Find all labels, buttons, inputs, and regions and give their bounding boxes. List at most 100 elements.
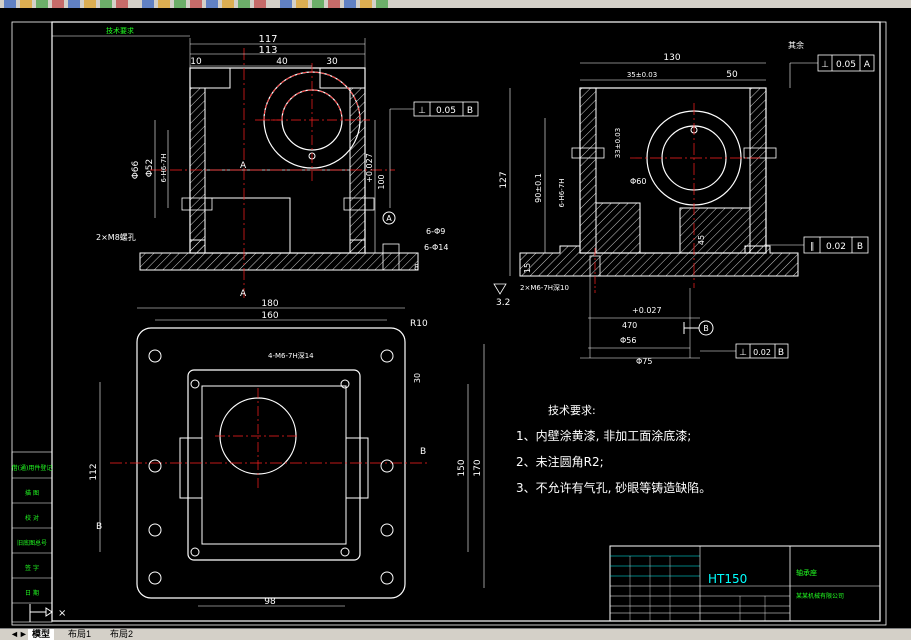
dim-15: 15 xyxy=(523,263,532,273)
dim-150: 150 xyxy=(457,459,467,476)
side-stamp: 借(通)用件登记 描 图 校 对 旧底图总号 签 字 日 期 xyxy=(12,451,53,623)
lineweight-button[interactable] xyxy=(360,0,372,8)
copy-button[interactable] xyxy=(68,0,80,8)
dim-phi75: Φ75 xyxy=(636,357,652,366)
dim-m6-deep: 4-M6-7H深14 xyxy=(268,351,314,360)
section-label-b-left: B xyxy=(96,522,102,532)
dim-98: 98 xyxy=(264,597,276,607)
top-view: 180 160 R10 4-M6-7H深14 30 112 150 170 98… xyxy=(89,299,485,607)
dim-30: 30 xyxy=(326,57,338,67)
title-part-name: 轴承座 xyxy=(796,568,817,577)
cad-drawing: 技术要求 117 113 40 30 10 Φ66 Φ52 6-H6-7H +0… xyxy=(11,21,887,626)
stamp-row-5: 日 期 xyxy=(25,589,39,597)
dim-top-30: 30 xyxy=(413,373,422,383)
svg-text:×: × xyxy=(58,608,66,619)
tech-item-2: 2、未注圆角R2; xyxy=(516,454,604,469)
front-inner-cavity xyxy=(205,197,291,253)
side-inner-hatch-right xyxy=(679,207,751,254)
tab-layout-1[interactable]: 布局1 xyxy=(64,629,95,640)
dim-35: 35±0.03 xyxy=(627,71,657,79)
dim-tol-0027: +0.027 xyxy=(365,153,374,183)
help-button[interactable] xyxy=(376,0,388,8)
calculator-button[interactable] xyxy=(296,0,308,8)
dim-50: 50 xyxy=(726,70,738,80)
gdt-side-top-value: 0.05 xyxy=(836,60,856,70)
dim-10: 10 xyxy=(190,57,202,67)
redo-button[interactable] xyxy=(116,0,128,8)
gdt-front-value: 0.05 xyxy=(436,106,456,116)
front-left-wall xyxy=(189,87,206,254)
corner-label: 技术要求 xyxy=(106,26,134,35)
dim-phi52: Φ52 xyxy=(145,159,155,178)
dim-470: 470 xyxy=(622,321,637,330)
tech-requirements: 技术要求: 1、内壁涂黄漆, 非加工面涂底漆; 2、未注圆角R2; 3、不允许有… xyxy=(516,404,711,495)
top-boss-right xyxy=(345,437,369,499)
dim-phi60: Φ60 xyxy=(630,177,646,186)
markup-button[interactable] xyxy=(280,0,292,8)
undo-button[interactable] xyxy=(100,0,112,8)
properties-button[interactable] xyxy=(206,0,218,8)
gdt-side-top-symbol: ⊥ xyxy=(821,60,829,70)
front-top-left xyxy=(189,67,231,89)
dim-40: 40 xyxy=(276,57,288,67)
dim-33: 33±0.03 xyxy=(614,128,622,158)
tool-palettes-button[interactable] xyxy=(238,0,250,8)
dim-side-tol: +0.027 xyxy=(632,306,662,315)
cut-button[interactable] xyxy=(52,0,64,8)
side-right-wall xyxy=(749,87,767,254)
stamp-row-3: 旧底图总号 xyxy=(17,539,47,547)
paste-button[interactable] xyxy=(84,0,96,8)
tech-title: 技术要求: xyxy=(548,404,596,417)
dim-127: 127 xyxy=(499,171,509,188)
gdt-front-symbol: ⊥ xyxy=(418,106,426,116)
color-button[interactable] xyxy=(328,0,340,8)
gdt-side-top-datum: A xyxy=(864,60,871,70)
datum-a-text: A xyxy=(386,214,392,223)
dim-100: 100 xyxy=(377,174,386,189)
pan-button[interactable] xyxy=(142,0,154,8)
dim-160: 160 xyxy=(261,311,278,321)
front-base-hatch xyxy=(139,239,419,271)
linetype-button[interactable] xyxy=(344,0,356,8)
save-button[interactable] xyxy=(4,0,16,8)
zoom-realtime-button[interactable] xyxy=(158,0,170,8)
stamp-row-0: 借(通)用件登记 xyxy=(12,464,53,472)
gdt-side-bottom-value: 0.02 xyxy=(753,348,771,357)
layout-tabs: ◄► 模型 布局1 布局2 xyxy=(0,628,911,640)
preview-button[interactable] xyxy=(36,0,48,8)
side-view: 130 35±0.03 50 33±0.03 Φ60 6-H6-7H 90±0.… xyxy=(493,40,875,366)
layer-button[interactable] xyxy=(312,0,324,8)
front-right-wall xyxy=(349,87,366,254)
dim-32-roughness: 3.2 xyxy=(496,298,510,308)
dim-side-thread: 6-H6-7H xyxy=(558,179,566,208)
dim-170: 170 xyxy=(473,459,483,476)
datum-b-text: B xyxy=(703,324,709,333)
dim-130: 130 xyxy=(663,53,680,63)
section-label-b-right: B xyxy=(420,447,426,457)
drawing-canvas[interactable]: 技术要求 117 113 40 30 10 Φ66 Φ52 6-H6-7H +0… xyxy=(0,8,911,628)
design-center-button[interactable] xyxy=(222,0,234,8)
dim-8: 8 xyxy=(414,263,419,272)
tab-layout-2[interactable]: 布局2 xyxy=(106,629,137,640)
print-button[interactable] xyxy=(20,0,32,8)
zoom-window-button[interactable] xyxy=(174,0,186,8)
dim-m8: 2×M8螺孔 xyxy=(96,232,136,242)
title-block: HT150 轴承座 某某机械有限公司 xyxy=(609,545,881,622)
ucs-icon: × xyxy=(29,604,66,622)
gdt-side-right-datum: B xyxy=(857,242,863,252)
front-view: 117 113 40 30 10 Φ66 Φ52 6-H6-7H +0.027 … xyxy=(96,34,479,299)
stamp-row-4: 签 字 xyxy=(25,564,39,572)
zoom-previous-button[interactable] xyxy=(190,0,202,8)
dim-117: 117 xyxy=(258,34,277,45)
sheet-set-button[interactable] xyxy=(254,0,266,8)
tab-model[interactable]: 模型 xyxy=(28,629,55,640)
gdt-front-datum: B xyxy=(467,106,473,116)
dim-6phi14: 6-Φ14 xyxy=(424,243,448,252)
dim-thread: 6-H6-7H xyxy=(160,154,168,183)
tech-item-1: 1、内壁涂黄漆, 非加工面涂底漆; xyxy=(516,428,691,443)
roughness-triangle xyxy=(493,283,507,295)
surface-label: 其余 xyxy=(788,40,804,50)
stamp-row-2: 校 对 xyxy=(25,514,39,522)
side-inner-hatch xyxy=(595,202,641,254)
gdt-side-right-value: 0.02 xyxy=(826,242,846,252)
